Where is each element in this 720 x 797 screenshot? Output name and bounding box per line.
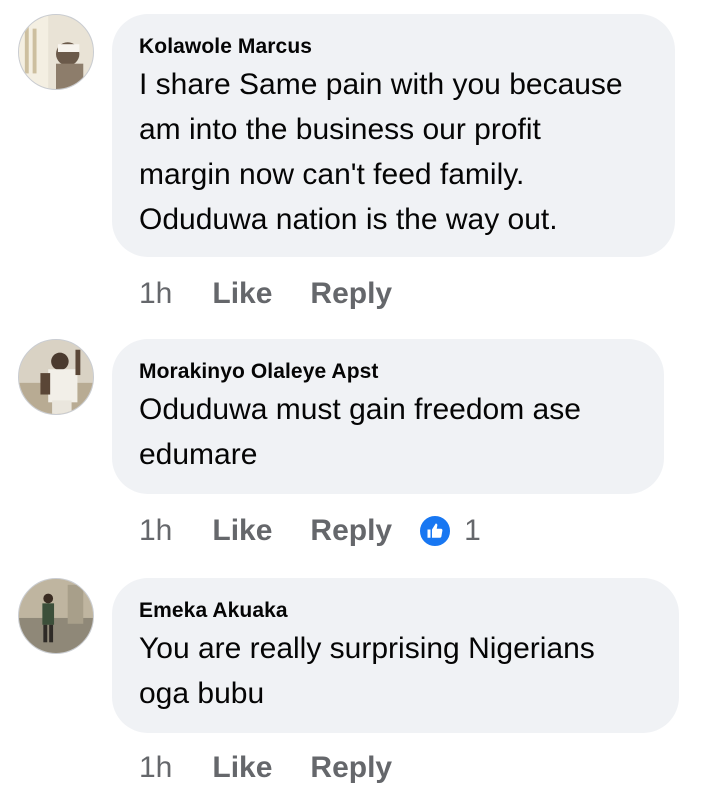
- comment-author[interactable]: Morakinyo Olaleye Apst: [139, 359, 638, 385]
- like-button[interactable]: Like: [212, 277, 272, 311]
- avatar[interactable]: [18, 339, 94, 415]
- comment-time[interactable]: 1h: [139, 277, 172, 311]
- avatar-photo: [19, 15, 93, 89]
- comment-text: I share Same pain with you because am in…: [139, 68, 623, 236]
- comment-text: You are really surprising Nigerians oga …: [139, 632, 595, 710]
- reply-button[interactable]: Reply: [310, 277, 392, 311]
- like-button[interactable]: Like: [212, 514, 272, 548]
- avatar[interactable]: [18, 578, 94, 654]
- reply-button[interactable]: Reply: [310, 514, 392, 548]
- reaction-count: 1: [464, 514, 481, 547]
- comment-bubble: Morakinyo Olaleye Apst Oduduwa must gain…: [112, 339, 664, 494]
- reply-button[interactable]: Reply: [310, 751, 392, 785]
- comment-actions: 1h Like Reply 1: [139, 511, 481, 551]
- comment-bubble: Kolawole Marcus I share Same pain with y…: [112, 14, 675, 257]
- like-button[interactable]: Like: [212, 751, 272, 785]
- thumbs-up-icon: [418, 514, 453, 548]
- comment-bubble: Emeka Akuaka You are really surprising N…: [112, 578, 679, 733]
- comment-author[interactable]: Kolawole Marcus: [139, 34, 649, 60]
- comment-actions: 1h Like Reply: [139, 748, 392, 788]
- comment-time[interactable]: 1h: [139, 514, 172, 548]
- comment-text: Oduduwa must gain freedom ase edumare: [139, 393, 581, 471]
- comment-time[interactable]: 1h: [139, 751, 172, 785]
- avatar-photo: [19, 340, 93, 414]
- avatar-photo: [19, 579, 93, 653]
- reaction-summary[interactable]: 1: [418, 514, 481, 548]
- comment-actions: 1h Like Reply: [139, 274, 392, 314]
- avatar[interactable]: [18, 14, 94, 90]
- comment-author[interactable]: Emeka Akuaka: [139, 598, 653, 624]
